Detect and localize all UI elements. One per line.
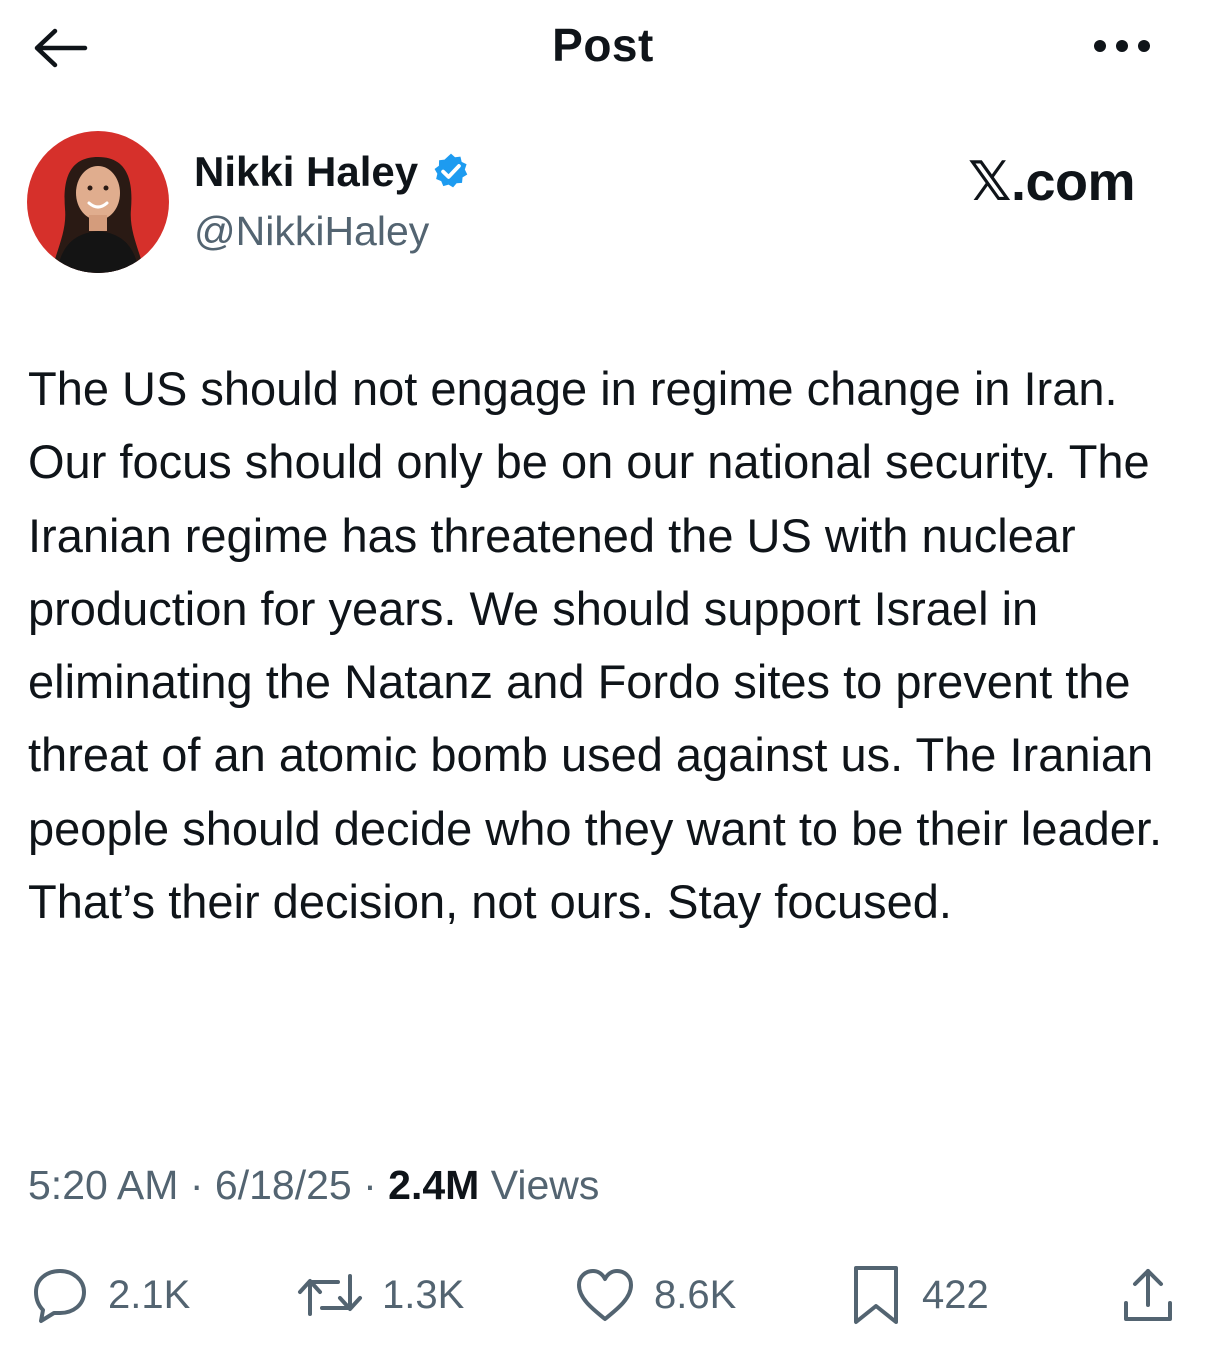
author-handle[interactable]: @NikkiHaley: [194, 208, 429, 255]
reply-count: 2.1K: [108, 1272, 191, 1317]
author-name[interactable]: Nikki Haley: [194, 148, 472, 196]
more-horizontal-icon: [1094, 40, 1150, 52]
share-icon: [1124, 1269, 1172, 1321]
top-bar: Post: [0, 0, 1206, 100]
bookmark-count: 422: [922, 1272, 989, 1317]
post-text: The US should not engage in regime chang…: [28, 362, 1163, 929]
like-count: 8.6K: [654, 1272, 737, 1317]
reply-icon: [34, 1269, 86, 1323]
bookmark-button[interactable]: 422: [848, 1262, 989, 1328]
heart-icon: [577, 1269, 633, 1321]
meta-separator: ·: [363, 1162, 377, 1208]
avatar[interactable]: [27, 131, 169, 273]
page-title: Post: [552, 19, 654, 71]
verified-badge-icon: [434, 153, 468, 188]
post-meta: 5:20 AM · 6/18/25 · 2.4M Views: [28, 1162, 599, 1209]
repost-button[interactable]: 1.3K: [296, 1262, 464, 1328]
like-button[interactable]: 8.6K: [574, 1262, 736, 1328]
post-date[interactable]: 6/18/25: [215, 1162, 352, 1208]
post-time[interactable]: 5:20 AM: [28, 1162, 178, 1208]
repost-count: 1.3K: [382, 1272, 465, 1317]
x-com-watermark: 𝕏.com: [968, 152, 1136, 212]
repost-icon: [298, 1274, 362, 1316]
more-options-button[interactable]: [1084, 22, 1160, 70]
avatar-photo: [27, 131, 169, 273]
bookmark-icon: [854, 1266, 898, 1324]
meta-separator: ·: [189, 1162, 204, 1208]
share-button[interactable]: [1118, 1262, 1178, 1328]
views-count[interactable]: 2.4M: [388, 1162, 479, 1208]
action-bar: 2.1K 1.3K 8.6K 422: [0, 1262, 1206, 1328]
author-name-text: Nikki Haley: [194, 148, 419, 195]
reply-button[interactable]: 2.1K: [28, 1262, 190, 1328]
views-label[interactable]: Views: [491, 1162, 600, 1208]
